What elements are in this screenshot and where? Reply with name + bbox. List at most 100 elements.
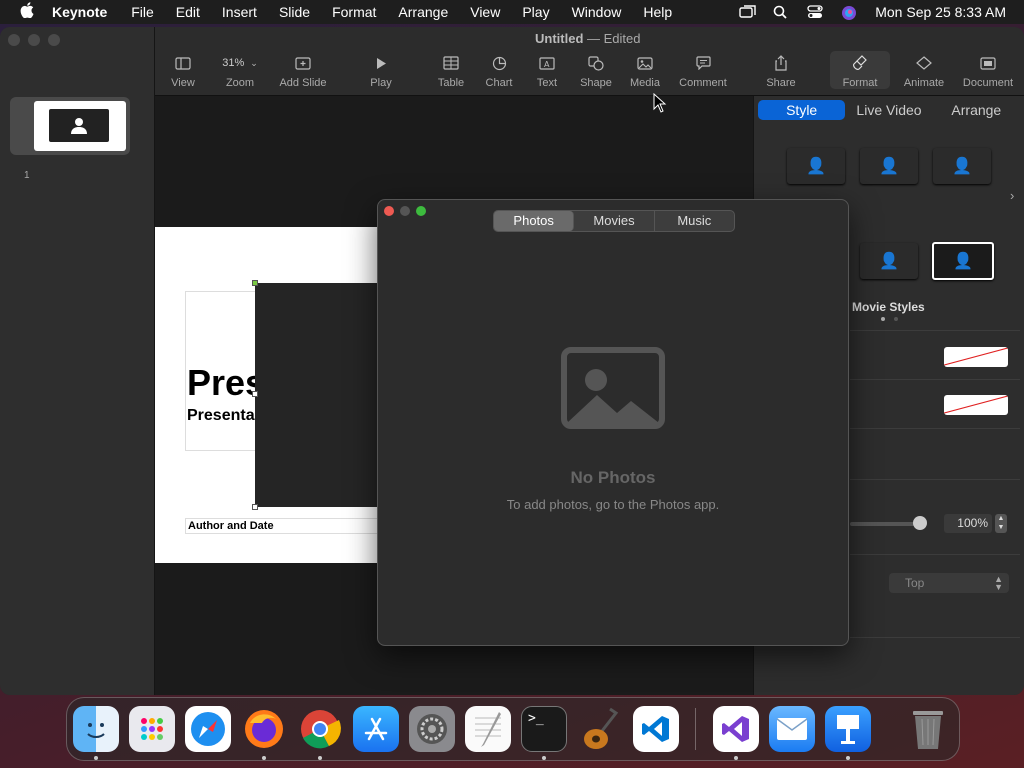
slide-thumbnail-selected[interactable] (10, 97, 130, 155)
toolbar-table-button[interactable]: Table (435, 53, 467, 89)
toolbar-format-button[interactable]: Format (830, 51, 890, 89)
movie-style-preset[interactable]: 👤 (860, 148, 918, 184)
menu-format[interactable]: Format (332, 4, 376, 20)
menu-app-keynote[interactable]: Keynote (52, 4, 107, 20)
fill-color-swatch[interactable] (944, 347, 1008, 367)
toolbar-zoom-label: Zoom (225, 77, 255, 89)
menu-play[interactable]: Play (522, 4, 549, 20)
position-select[interactable]: Top ▲ ▼ (889, 573, 1009, 593)
movie-style-preset-selected[interactable]: 👤 (932, 242, 994, 280)
person-icon: 👤 (952, 158, 972, 175)
menu-slide[interactable]: Slide (279, 4, 310, 20)
apple-menu-icon[interactable] (18, 2, 36, 22)
trash-icon[interactable] (905, 706, 951, 752)
vscode-icon[interactable] (633, 706, 679, 752)
garageband-icon[interactable] (577, 706, 623, 752)
tab-arrange[interactable]: Arrange (933, 100, 1020, 120)
zoom-value: 31% (222, 57, 245, 69)
movie-style-preset[interactable]: 👤 (933, 148, 991, 184)
opacity-slider-thumb[interactable] (913, 516, 927, 530)
toolbar-play-button[interactable]: Play (367, 53, 395, 89)
slide-author-date[interactable]: Author and Date (185, 518, 385, 534)
menubar-clock[interactable]: Mon Sep 25 8:33 AM (875, 4, 1006, 20)
movie-styles-label: Movie Styles (852, 300, 925, 314)
tab-movies[interactable]: Movies (574, 211, 655, 231)
movie-style-preset[interactable]: 👤 (860, 243, 918, 279)
movie-style-preset[interactable]: 👤 (787, 148, 845, 184)
popover-close-button[interactable] (384, 206, 394, 216)
popover-minimize-button[interactable] (400, 206, 410, 216)
opacity-stepper[interactable]: ▲ ▼ (995, 514, 1007, 533)
mail-icon[interactable] (769, 706, 815, 752)
slide-title[interactable]: Pres (187, 362, 265, 404)
slide[interactable]: Pres Presenta Author and Date (155, 227, 385, 563)
toolbar-chart-button[interactable]: Chart (483, 53, 515, 89)
toolbar-document-label: Document (962, 77, 1014, 89)
close-button[interactable] (8, 34, 20, 46)
slide-navigator: 1 (0, 27, 155, 695)
toolbar-shape-button[interactable]: Shape (577, 53, 615, 89)
slide-subtitle[interactable]: Presenta (187, 407, 255, 425)
page-dot[interactable] (894, 317, 898, 321)
tab-style[interactable]: Style (758, 100, 846, 120)
terminal-icon[interactable]: >_ (521, 706, 567, 752)
toolbar-media-label: Media (630, 77, 660, 89)
divider (850, 379, 1020, 380)
chrome-icon[interactable] (297, 706, 343, 752)
menu-arrange[interactable]: Arrange (398, 4, 448, 20)
tab-live-video[interactable]: Live Video (845, 100, 932, 120)
tab-photos[interactable]: Photos (494, 211, 575, 231)
textedit-icon[interactable] (465, 706, 511, 752)
menu-view[interactable]: View (470, 4, 500, 20)
image-placeholder[interactable] (255, 283, 377, 507)
toolbar-zoom-button[interactable]: 31% ⌄ Zoom (213, 53, 267, 89)
opacity-field[interactable]: 100% (944, 514, 992, 533)
svg-text:A: A (544, 60, 550, 69)
spotlight-search-icon[interactable] (773, 5, 791, 19)
menu-insert[interactable]: Insert (222, 4, 257, 20)
toolbar-comment-button[interactable]: Comment (675, 53, 731, 89)
person-icon: 👤 (879, 158, 899, 175)
document-name: Untitled (535, 31, 584, 46)
selection-handle[interactable] (252, 504, 258, 510)
zoom-button[interactable] (48, 34, 60, 46)
screen-mirroring-icon[interactable] (739, 5, 757, 19)
selection-handle[interactable] (252, 280, 258, 286)
siri-icon[interactable] (841, 5, 859, 20)
format-brush-icon (830, 53, 890, 73)
safari-icon[interactable] (185, 706, 231, 752)
toolbar-view-button[interactable]: View (169, 53, 197, 89)
toolbar-document-button[interactable]: Document (958, 53, 1018, 89)
share-icon (763, 53, 799, 73)
app-store-icon[interactable] (353, 706, 399, 752)
toolbar-text-button[interactable]: A Text (533, 53, 561, 89)
running-indicator (542, 756, 546, 760)
menu-file[interactable]: File (131, 4, 154, 20)
menu-window[interactable]: Window (572, 4, 622, 20)
page-dot-active[interactable] (881, 317, 885, 321)
comment-icon (675, 53, 731, 73)
menu-help[interactable]: Help (643, 4, 672, 20)
system-settings-icon[interactable] (409, 706, 455, 752)
finder-icon[interactable] (73, 706, 119, 752)
firefox-icon[interactable] (241, 706, 287, 752)
selection-handle[interactable] (252, 391, 258, 397)
toolbar-share-button[interactable]: Share (763, 53, 799, 89)
toolbar-animate-button[interactable]: Animate (901, 53, 947, 89)
toolbar-add-slide-button[interactable]: Add Slide (277, 53, 329, 89)
control-center-icon[interactable] (807, 5, 825, 19)
toolbar-media-button[interactable]: Media (627, 53, 663, 89)
running-indicator (318, 756, 322, 760)
opacity-slider-track[interactable] (850, 522, 920, 526)
tab-music[interactable]: Music (655, 211, 734, 231)
border-color-swatch[interactable] (944, 395, 1008, 415)
visual-studio-icon[interactable] (713, 706, 759, 752)
launchpad-icon[interactable] (129, 706, 175, 752)
keynote-icon[interactable] (825, 706, 871, 752)
toolbar-share-label: Share (766, 77, 796, 89)
dock: >_ (66, 697, 960, 761)
popover-zoom-button[interactable] (416, 206, 426, 216)
chevron-right-icon[interactable]: › (1010, 188, 1014, 203)
menu-edit[interactable]: Edit (176, 4, 200, 20)
minimize-button[interactable] (28, 34, 40, 46)
